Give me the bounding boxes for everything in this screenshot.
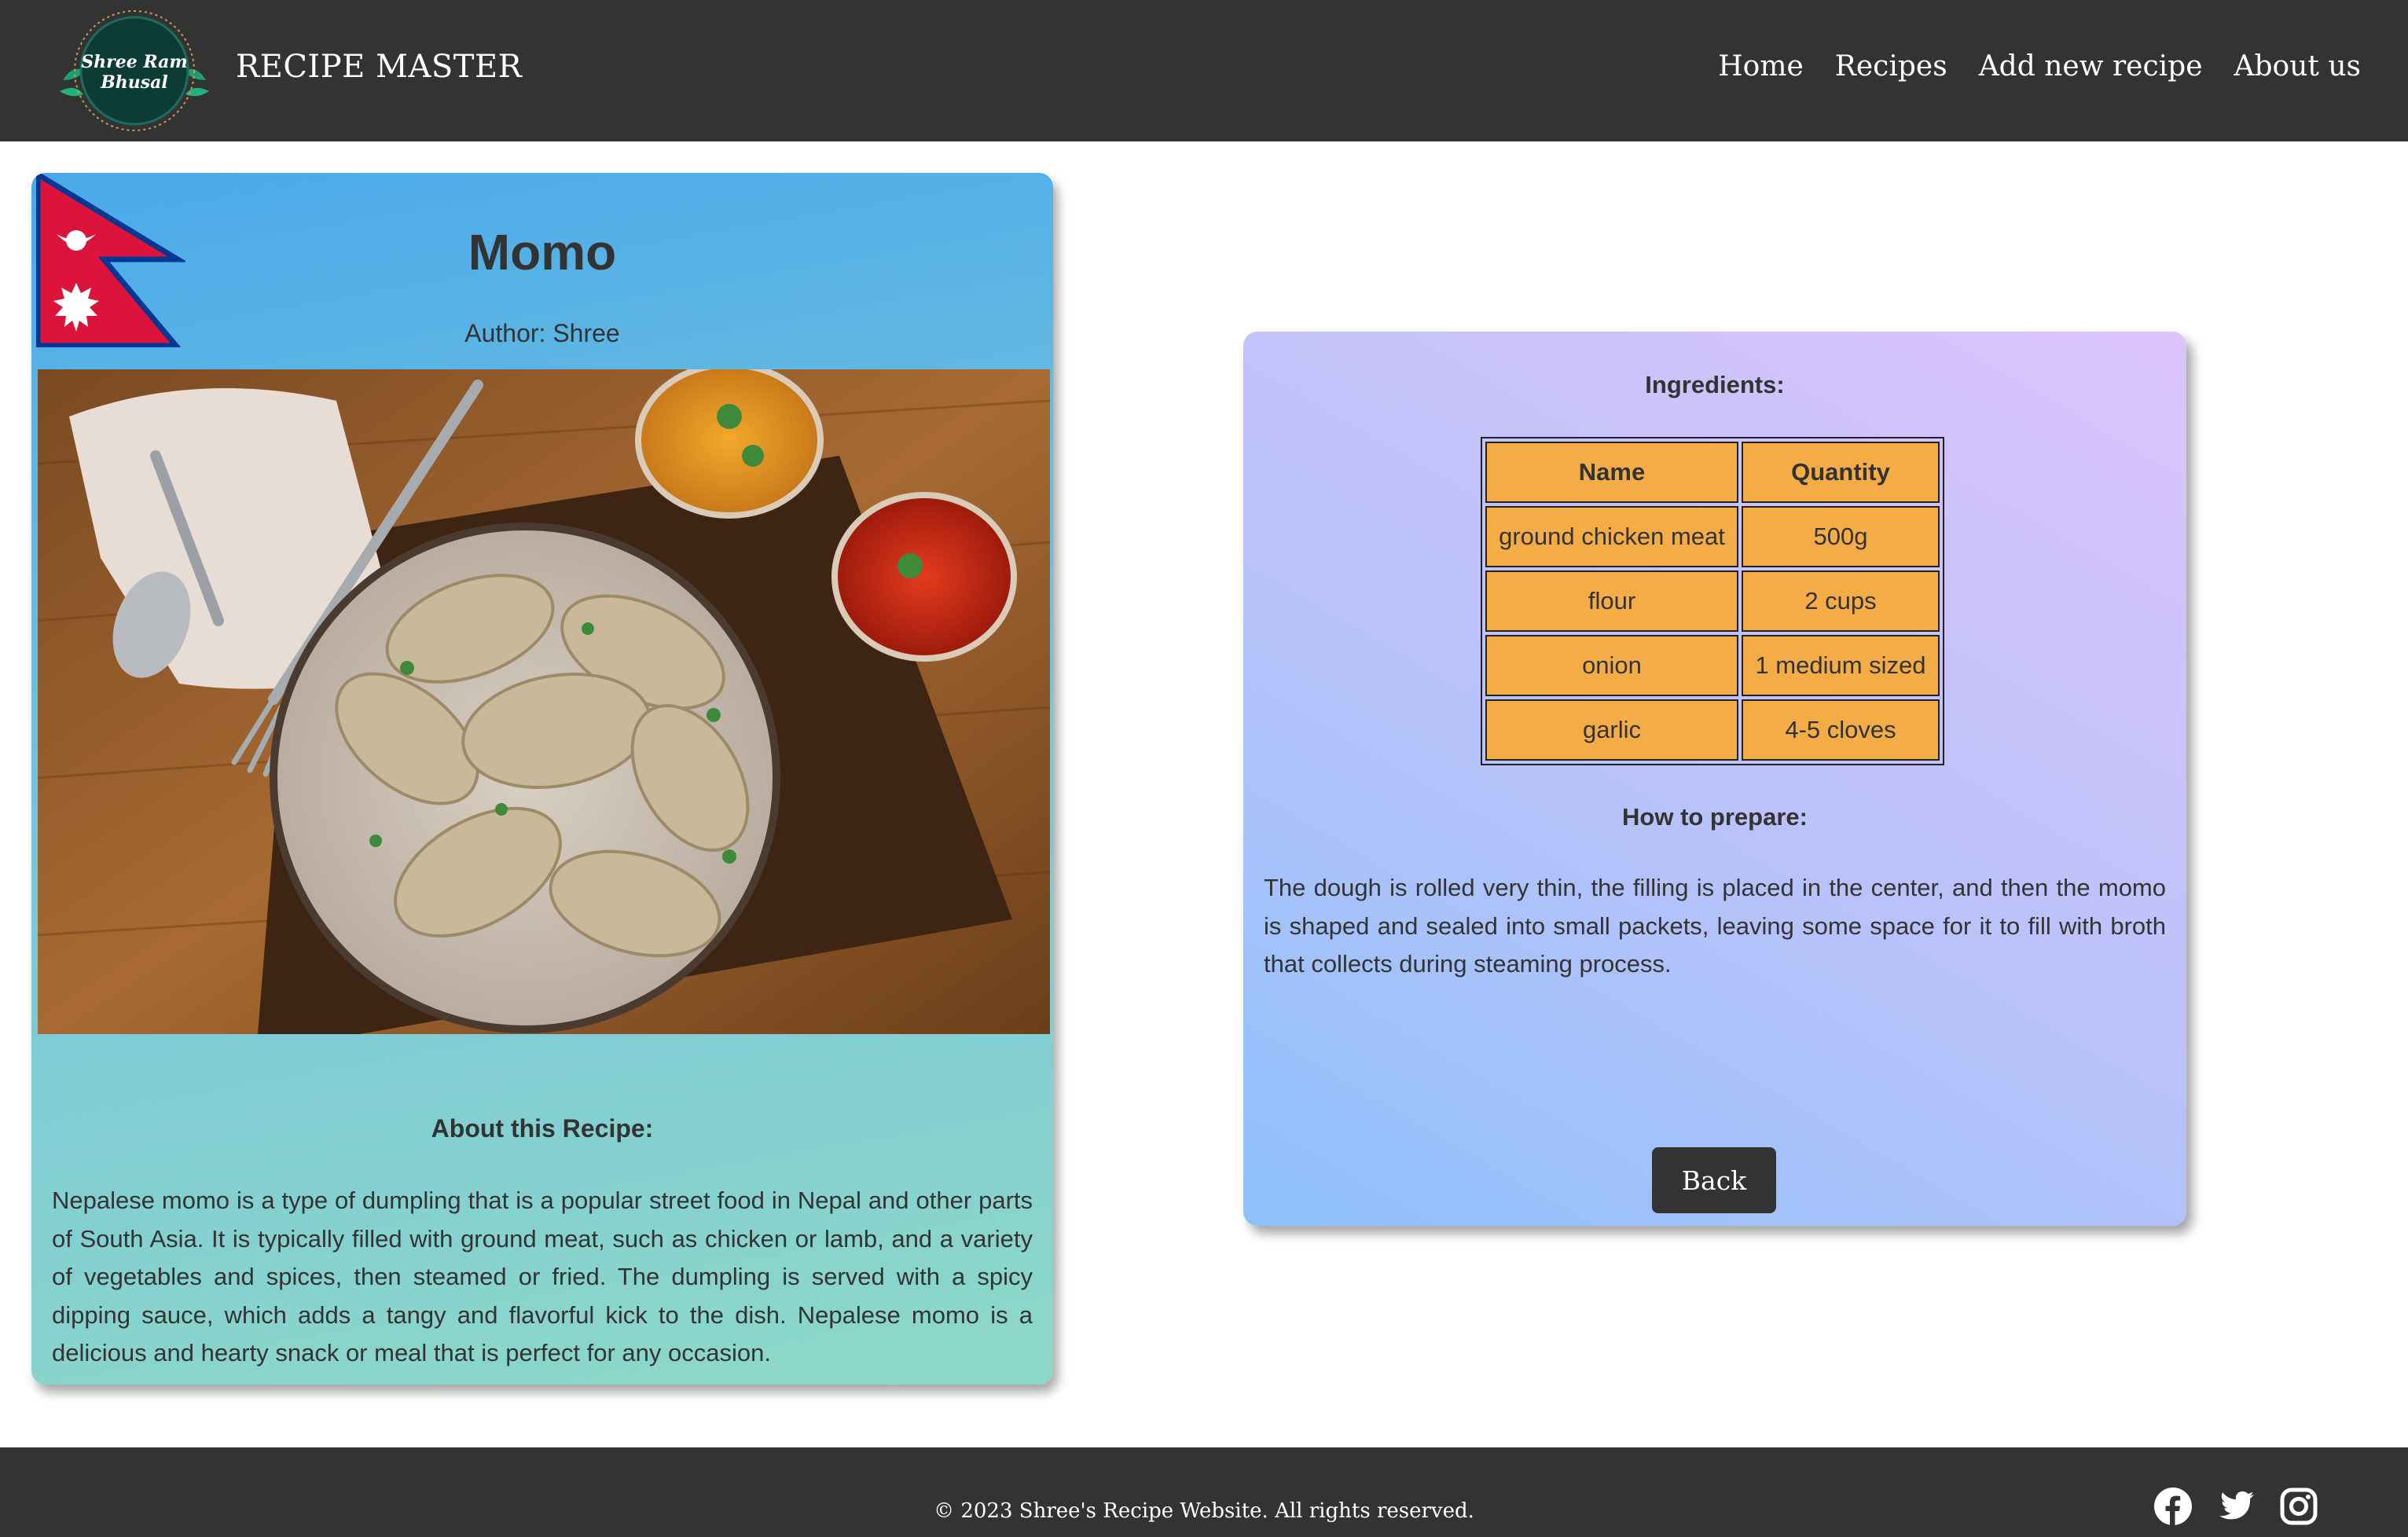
about-recipe-heading: About this Recipe: (431, 1114, 654, 1143)
ingredient-name: ground chicken meat (1485, 506, 1738, 567)
ingredient-quantity: 4-5 cloves (1742, 699, 1940, 761)
ingredient-name: onion (1485, 635, 1738, 696)
ingredients-table: Name Quantity ground chicken meat 500g f… (1481, 437, 1944, 765)
ingredients-heading: Ingredients: (1645, 371, 1785, 398)
site-footer: © 2023 Shree's Recipe Website. All right… (0, 1447, 2408, 1537)
recipe-card: Momo Author: Shree About this Recipe: Ne… (31, 173, 1053, 1385)
table-row: onion 1 medium sized (1485, 635, 1940, 696)
momo-photo (38, 369, 1050, 1034)
twitter-icon[interactable] (2216, 1487, 2256, 1526)
site-header: Shree Ram Bhusal RECIPE MASTER Home Reci… (0, 0, 2408, 141)
prepare-text: The dough is rolled very thin, the filli… (1264, 874, 2166, 978)
ingredient-quantity: 2 cups (1742, 570, 1940, 632)
main-nav: Home Recipes Add new recipe About us (1718, 50, 2361, 83)
prepare-heading: How to prepare: (1622, 803, 1808, 831)
about-recipe-text: Nepalese momo is a type of dumpling that… (52, 1187, 1033, 1366)
ingredient-name: garlic (1485, 699, 1738, 761)
recipe-title: Momo (468, 224, 617, 281)
table-header-row: Name Quantity (1485, 442, 1940, 503)
social-links (2153, 1487, 2318, 1526)
nav-add-new-recipe[interactable]: Add new recipe (1979, 50, 2203, 83)
ingredient-quantity: 1 medium sized (1742, 635, 1940, 696)
recipe-author: Author: Shree (464, 319, 620, 347)
nav-about-us[interactable]: About us (2234, 50, 2361, 83)
brand-title[interactable]: RECIPE MASTER (236, 49, 522, 85)
header-name: Name (1485, 442, 1738, 503)
header-quantity: Quantity (1742, 442, 1940, 503)
details-card: Ingredients: Name Quantity ground chicke… (1243, 332, 2186, 1226)
back-button[interactable]: Back (1652, 1147, 1776, 1213)
facebook-icon[interactable] (2153, 1487, 2193, 1526)
table-row: ground chicken meat 500g (1485, 506, 1940, 567)
instagram-icon[interactable] (2279, 1487, 2318, 1526)
nav-home[interactable]: Home (1718, 50, 1804, 83)
ingredient-name: flour (1485, 570, 1738, 632)
table-row: garlic 4-5 cloves (1485, 699, 1940, 761)
site-logo[interactable]: Shree Ram Bhusal (49, 5, 220, 137)
svg-text:Shree Ram: Shree Ram (81, 52, 187, 72)
table-row: flour 2 cups (1485, 570, 1940, 632)
copyright-text: © 2023 Shree's Recipe Website. All right… (934, 1499, 1474, 1523)
nav-recipes[interactable]: Recipes (1835, 50, 1947, 83)
ingredient-quantity: 500g (1742, 506, 1940, 567)
svg-text:Bhusal: Bhusal (100, 72, 168, 93)
